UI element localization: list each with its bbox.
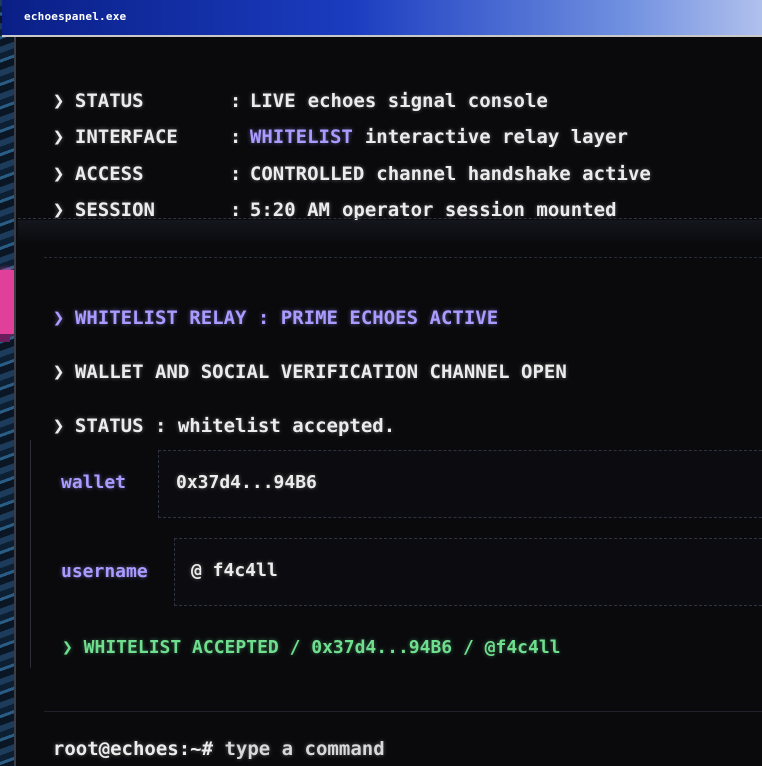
username-label: username [61,561,148,582]
log-relay-text: WHITELIST RELAY : PRIME ECHOES ACTIVE [74,307,499,329]
username-value: @ f4c4ll [191,560,278,581]
log-status-text: STATUS : whitelist accepted. [74,415,396,437]
prompt-divider [44,711,762,712]
wallet-value: 0x37d4...94B6 [176,472,317,493]
window-titlebar[interactable]: echoespanel.exe [2,0,762,37]
prompt-prefix: root@echoes:~# [52,738,225,760]
wallpaper-decor [0,270,14,334]
wallpaper-decor-shadow [0,334,10,342]
section-divider [44,257,762,258]
command-input[interactable]: type a command [224,738,384,760]
log-relay-line: ❯ WHITELIST RELAY : PRIME ECHOES ACTIVE [30,285,498,329]
status-row-session: ❯ SESSION:5:20 AM operator session mounted [30,177,617,221]
whitelist-confirmation: ❯ WHITELIST ACCEPTED / 0x37d4...94B6 / @… [62,637,561,658]
chevron-icon: ❯ [52,415,65,437]
chevron-icon: ❯ [52,361,65,383]
header-divider [18,218,762,244]
log-channel-line: ❯ WALLET AND SOCIAL VERIFICATION CHANNEL … [30,339,567,383]
log-status-line: ❯ STATUS : whitelist accepted. [30,393,395,437]
window-title: echoespanel.exe [24,10,127,23]
log-channel-text: WALLET AND SOCIAL VERIFICATION CHANNEL O… [74,361,567,383]
chevron-icon: ❯ [52,307,65,329]
wallet-label: wallet [61,472,127,493]
command-prompt[interactable]: root@echoes:~# type a command [30,716,385,760]
